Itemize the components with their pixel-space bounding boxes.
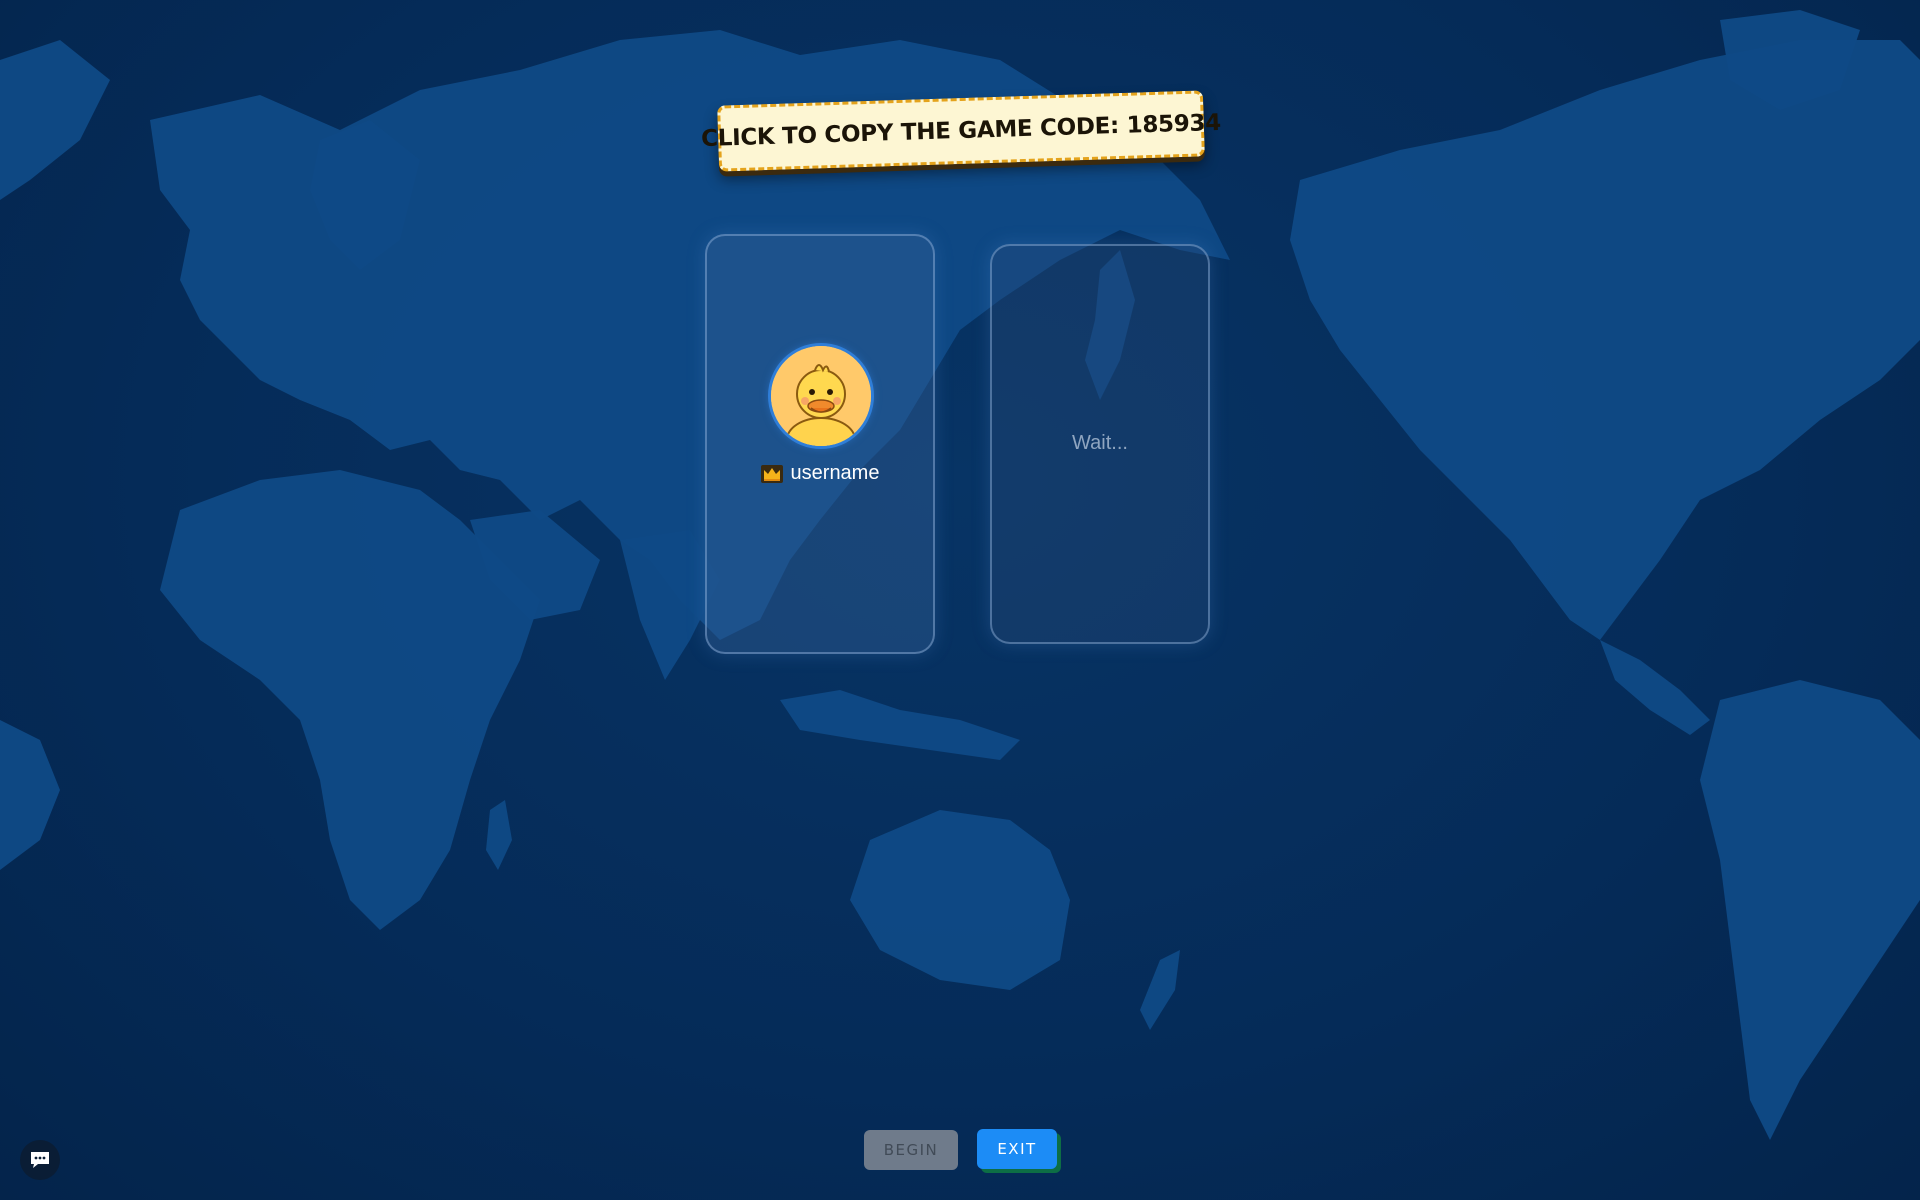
world-map-background bbox=[0, 10, 1920, 1140]
crown-icon bbox=[760, 464, 783, 483]
madagascar-landmass bbox=[486, 800, 512, 870]
player-name: username bbox=[790, 462, 880, 484]
player-name-row: username bbox=[707, 462, 933, 485]
waiting-label: Wait... bbox=[1072, 432, 1128, 454]
indonesia-landmass bbox=[780, 690, 1020, 760]
duck-icon bbox=[771, 346, 871, 446]
player-slot-empty: Wait... bbox=[990, 244, 1210, 644]
chat-bubble-icon bbox=[31, 1152, 49, 1168]
south-america-landmass bbox=[1700, 680, 1920, 1140]
exit-button[interactable]: EXIT bbox=[977, 1129, 1057, 1169]
game-lobby-screen: CLICK TO COPY THE GAME CODE: 185934 user… bbox=[0, 0, 1920, 1200]
chat-button[interactable] bbox=[20, 1140, 60, 1180]
player-slot-host: username bbox=[705, 234, 935, 654]
australia-landmass bbox=[850, 810, 1070, 990]
game-code-label: CLICK TO COPY THE GAME CODE: 185934 bbox=[700, 109, 1222, 153]
west-edge-south-landmass bbox=[0, 720, 60, 870]
west-edge-landmass bbox=[0, 40, 110, 200]
central-america-landmass bbox=[1600, 640, 1710, 735]
new-zealand-landmass bbox=[1140, 950, 1180, 1030]
begin-button[interactable]: BEGIN bbox=[864, 1130, 958, 1170]
duck-avatar bbox=[771, 346, 871, 446]
north-america-landmass bbox=[1290, 40, 1920, 640]
